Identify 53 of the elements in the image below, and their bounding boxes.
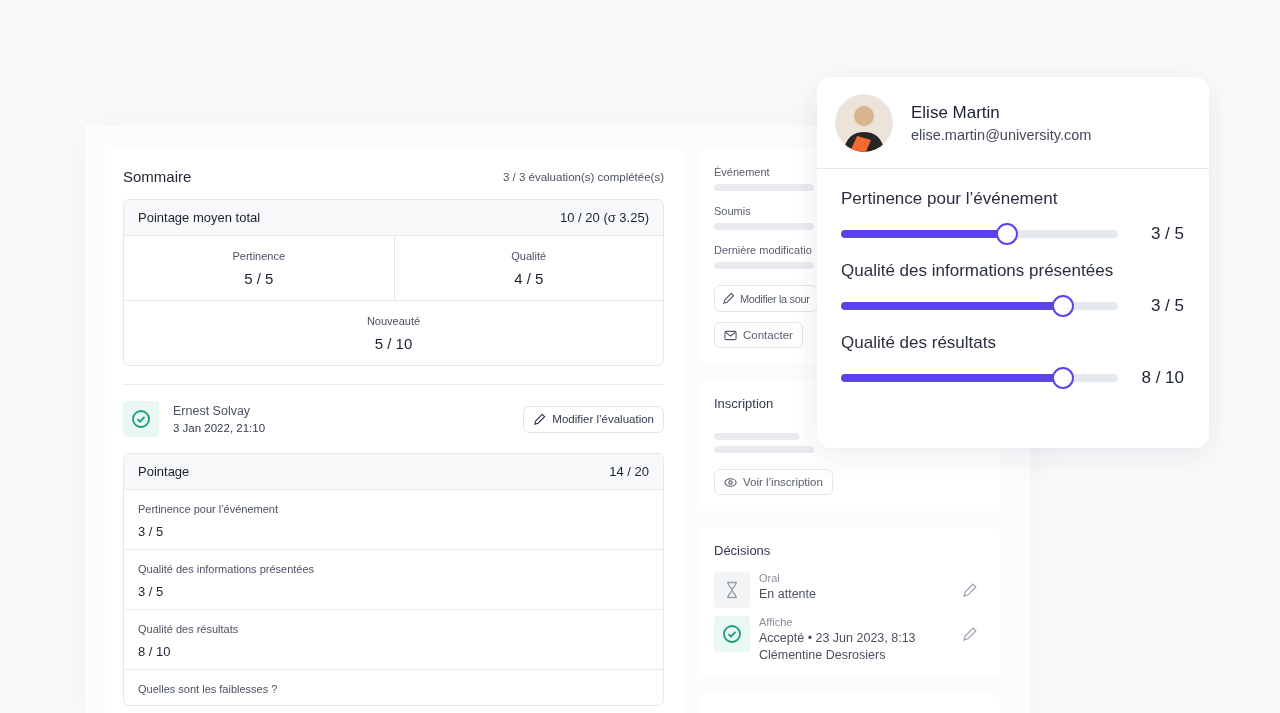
field-value: 3 / 5 (138, 584, 165, 599)
score-value: 14 / 20 (609, 464, 649, 479)
criterion-label: Pertinence pour l’événement (841, 189, 1058, 209)
decision-status: En attente (759, 587, 817, 601)
field-label: Qualité des résultats (138, 623, 240, 635)
pencil-icon (722, 292, 735, 305)
criterion-value: 5 / 10 (374, 335, 413, 352)
field-value: 3 / 5 (138, 524, 165, 539)
total-label: Pointage moyen total (138, 210, 261, 225)
slider-reading: 3 / 5 (1149, 296, 1184, 316)
review-date: 3 Jan 2022, 21:10 (173, 422, 266, 434)
decision-type: Affiche (759, 616, 794, 628)
check-icon (714, 616, 750, 652)
decision-status: Accepté • 23 Jun 2023, 8:13 (759, 631, 917, 645)
slider-thumb[interactable] (1051, 367, 1074, 389)
hourglass-icon (714, 572, 750, 608)
reviewer-name: Ernest Solvay (173, 404, 252, 418)
decisions-title: Décisions (714, 543, 771, 558)
criterion-value: 5 / 5 (244, 270, 274, 287)
mail-icon (724, 329, 737, 341)
slider-thumb[interactable] (996, 223, 1019, 245)
detail-label: Événement (714, 166, 770, 178)
pencil-icon (533, 412, 547, 426)
edit-source-button[interactable]: Modifier la sour (714, 285, 818, 312)
field-value: 8 / 10 (138, 644, 172, 659)
registration-title: Inscription (714, 396, 774, 411)
reviewer-name: Elise Martin (911, 103, 1001, 123)
criterion-label: Nouveauté (366, 315, 421, 327)
decision-author: Clémentine Desrosiers (759, 648, 887, 662)
total-value: 10 / 20 (σ 3.25) (560, 210, 649, 225)
detail-label: Soumis (714, 205, 751, 217)
summary-title: Sommaire (123, 168, 192, 185)
field-label: Qualité des informations présentées (138, 563, 316, 575)
contact-button[interactable]: Contacter (714, 322, 803, 348)
criterion-value: 4 / 5 (514, 270, 544, 287)
decision-type: Oral (759, 572, 781, 584)
slider-thumb[interactable] (1051, 295, 1074, 317)
slider-reading: 8 / 10 (1140, 368, 1184, 388)
criterion-label: Qualité des résultats (841, 333, 996, 353)
check-icon (123, 401, 159, 437)
field-label: Pertinence pour l’événement (138, 503, 280, 515)
detail-label: Dernière modificatio (714, 244, 812, 256)
criterion-label: Pertinence (232, 250, 286, 262)
slider-reading: 3 / 5 (1149, 224, 1184, 244)
field-label: Quelles sont les faiblesses ? (138, 683, 279, 695)
view-registration-button[interactable]: Voir l’inscription (714, 469, 833, 495)
score-label: Pointage (138, 464, 190, 479)
edit-evaluation-button[interactable]: Modifier l’évaluation (523, 405, 664, 433)
criterion-label: Qualité (511, 250, 547, 262)
criterion-label: Qualité des informations présentées (841, 261, 1114, 281)
eye-icon (724, 476, 737, 488)
reviewer-email: elise.martin@university.com (911, 127, 1092, 143)
completed-count: 3 / 3 évaluation(s) complétée(s) (502, 170, 664, 183)
